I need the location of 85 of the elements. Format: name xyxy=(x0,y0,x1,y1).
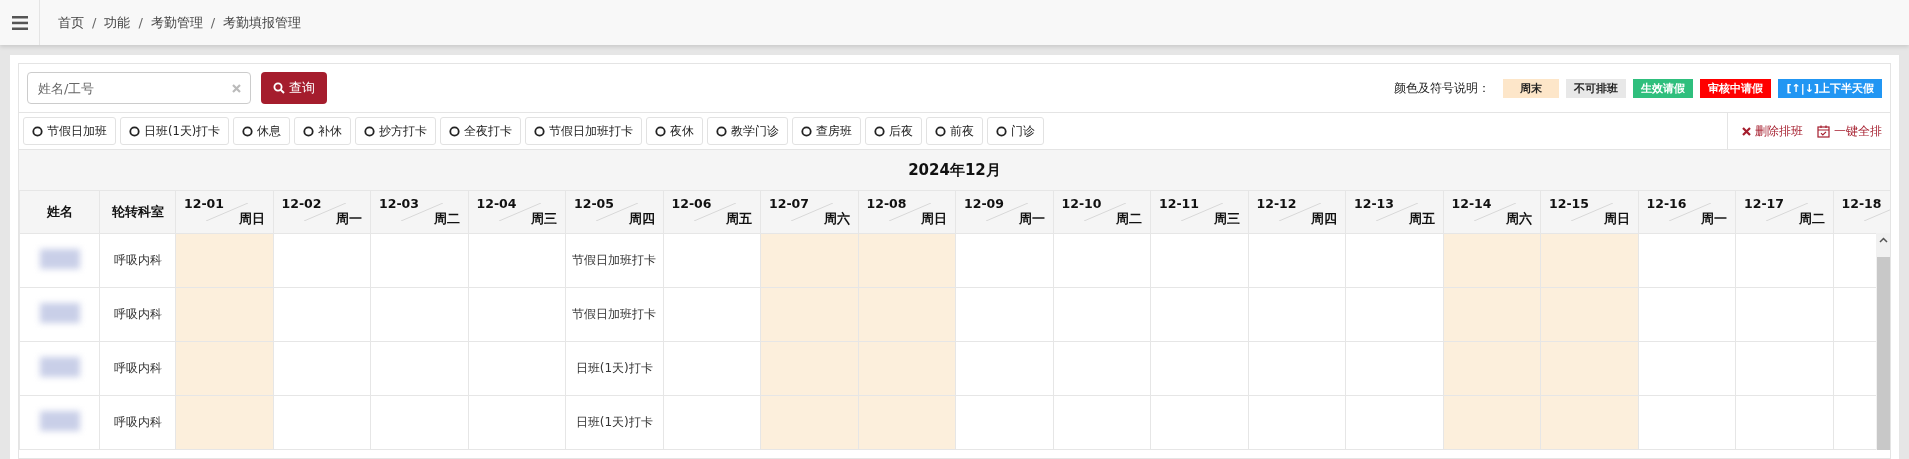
shift-cell-text: 节假日加班打卡 xyxy=(572,307,657,321)
date-label: 12-17 xyxy=(1744,196,1784,211)
breadcrumb-separator: / xyxy=(138,15,143,30)
weekday-label: 周三 xyxy=(1213,211,1240,228)
calendar-check-icon xyxy=(1817,124,1830,138)
date-label: 12-12 xyxy=(1256,196,1297,211)
legend-tag: 审核中请假 xyxy=(1700,78,1772,98)
legend-tag: 生效请假 xyxy=(1633,78,1694,98)
close-icon xyxy=(1742,126,1751,136)
search-icon xyxy=(273,82,285,94)
weekday-label: 周五 xyxy=(1408,211,1435,228)
weekday-label: 周一 xyxy=(336,211,362,228)
date-label: 12-08 xyxy=(866,196,907,211)
date-label: 12-15 xyxy=(1549,196,1589,211)
department-cell: 呼吸内科 xyxy=(99,341,176,396)
shift-option[interactable]: 休息 xyxy=(233,117,291,145)
shift-option[interactable]: 节假日加班打卡 xyxy=(525,117,643,145)
column-header: 轮转科室 xyxy=(99,190,176,234)
shift-option[interactable]: 日班(1天)打卡 xyxy=(120,117,230,145)
shift-option[interactable]: 教学门诊 xyxy=(707,117,789,145)
date-label: 12-04 xyxy=(476,196,517,211)
search-button[interactable]: 查询 xyxy=(261,72,327,104)
date-label: 12-06 xyxy=(671,196,712,211)
weekday-label: 周二 xyxy=(1116,211,1142,228)
schedule-all-link[interactable]: 一键全排 xyxy=(1817,122,1882,140)
breadcrumb-item[interactable]: 考勤管理 xyxy=(150,13,203,32)
date-label: 12-13 xyxy=(1354,196,1394,211)
weekday-label: 周三 xyxy=(531,211,557,228)
department-cell: 呼吸内科 xyxy=(99,233,176,288)
shift-option[interactable]: 夜休 xyxy=(646,117,704,145)
shift-cell-text: 日班(1天)打卡 xyxy=(575,361,653,375)
legend-tag: 不可排班 xyxy=(1566,78,1627,98)
legend-tag: [↑|↓]上下半天假 xyxy=(1778,78,1882,98)
date-label: 12-14 xyxy=(1451,196,1492,211)
name-placeholder xyxy=(39,411,80,431)
shift-cell-text: 日班(1天)打卡 xyxy=(575,415,653,429)
date-label: 12-02 xyxy=(281,196,322,211)
delete-schedule-link[interactable]: 删除排班 xyxy=(1742,122,1803,140)
date-label: 12-07 xyxy=(769,196,809,211)
shift-option[interactable]: 后夜 xyxy=(865,117,923,145)
weekday-label: 周六 xyxy=(823,211,850,228)
shift-cell-text: 节假日加班打卡 xyxy=(572,253,657,267)
weekday-label: 周四 xyxy=(628,211,655,228)
weekday-label: 周二 xyxy=(433,211,460,228)
breadcrumb-item[interactable]: 功能 xyxy=(104,13,131,32)
weekday-label: 周六 xyxy=(1506,211,1532,228)
shift-option[interactable]: 补休 xyxy=(294,117,352,145)
date-label: 12-05 xyxy=(574,196,614,211)
date-label: 12-09 xyxy=(964,196,1004,211)
weekday-label: 周日 xyxy=(1603,211,1630,228)
weekday-label: 周一 xyxy=(1701,211,1727,228)
date-label: 12-10 xyxy=(1061,196,1102,211)
date-label: 12-11 xyxy=(1159,196,1199,211)
legend-tag: 周末 xyxy=(1503,78,1560,98)
column-header: 姓名 xyxy=(19,190,100,234)
month-title: 2024年12月 xyxy=(19,150,1890,190)
date-label: 12-03 xyxy=(379,196,419,211)
department-cell: 呼吸内科 xyxy=(99,395,176,450)
legend-title: 颜色及符号说明： xyxy=(1394,79,1491,97)
department-cell: 呼吸内科 xyxy=(99,287,176,342)
date-label: 12-18 xyxy=(1841,196,1882,211)
name-placeholder xyxy=(39,249,80,269)
shift-option[interactable]: 抄方打卡 xyxy=(355,117,437,145)
scroll-up-icon[interactable] xyxy=(1878,237,1888,243)
breadcrumb-item[interactable]: 考勤填报管理 xyxy=(223,13,302,32)
weekday-label: 周四 xyxy=(1311,211,1337,228)
shift-option[interactable]: 节假日加班 xyxy=(23,117,116,145)
shift-option[interactable]: 全夜打卡 xyxy=(440,117,522,145)
search-field[interactable]: 姓名/工号 xyxy=(27,72,251,104)
weekday-label: 周一 xyxy=(1018,211,1045,228)
weekday-label: 周二 xyxy=(1798,211,1825,228)
date-label: 12-16 xyxy=(1646,196,1687,211)
breadcrumb-separator: / xyxy=(92,15,97,30)
weekday-label: 周日 xyxy=(921,211,947,228)
name-placeholder xyxy=(39,357,80,377)
scrollbar[interactable] xyxy=(1876,233,1890,450)
shift-option[interactable]: 门诊 xyxy=(987,117,1045,145)
shift-option[interactable]: 查房班 xyxy=(792,117,862,145)
date-label: 12-01 xyxy=(184,196,224,211)
breadcrumb-separator: / xyxy=(210,15,216,30)
shift-option[interactable]: 前夜 xyxy=(926,117,984,145)
breadcrumb-item[interactable]: 首页 xyxy=(58,13,84,32)
weekday-label: 周五 xyxy=(726,211,752,228)
weekday-label: 周日 xyxy=(238,211,265,228)
name-placeholder xyxy=(39,303,80,323)
